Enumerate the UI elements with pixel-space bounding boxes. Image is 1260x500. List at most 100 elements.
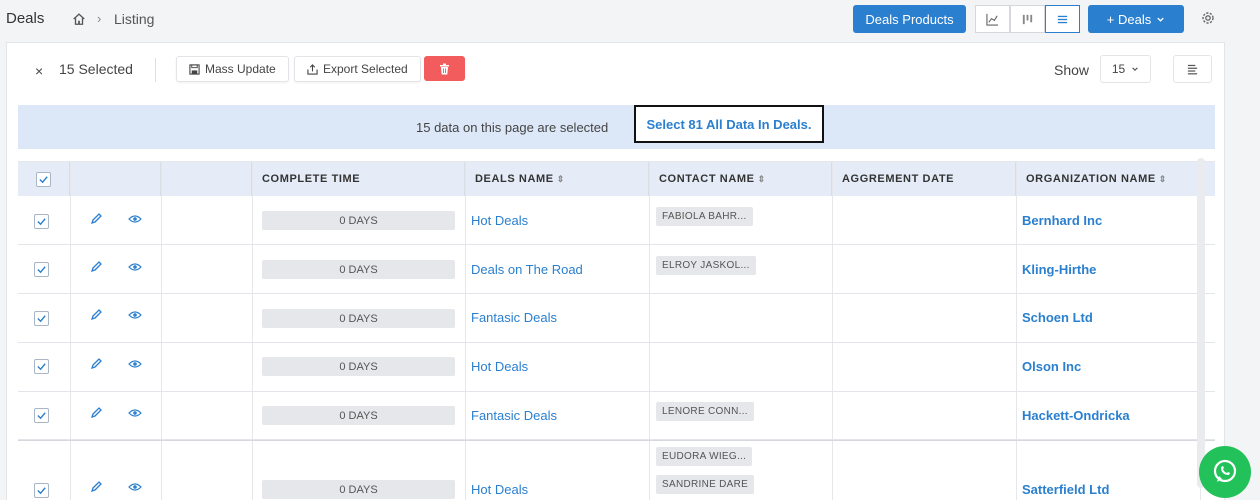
- table-row[interactable]: 0 DAYS Hot Deals Olson Inc: [18, 343, 1215, 392]
- organization-link[interactable]: Hackett-Ondricka: [1022, 408, 1130, 423]
- listing-card: × 15 Selected Mass Update Export Selecte…: [6, 42, 1225, 500]
- selection-banner: 15 data on this page are selected Select…: [18, 105, 1215, 149]
- complete-time-pill: 0 DAYS: [262, 211, 455, 230]
- kanban-view-button[interactable]: [1010, 5, 1045, 33]
- eye-icon[interactable]: [128, 357, 142, 371]
- row-checkbox[interactable]: [34, 214, 49, 229]
- table-row[interactable]: 0 DAYS Deals on The Road ELROY JASKOL...…: [18, 245, 1215, 294]
- table-scrollbar[interactable]: [1197, 158, 1205, 488]
- agreement-date-header[interactable]: AGGREMENT DATE: [832, 162, 1016, 196]
- save-icon: [189, 63, 200, 75]
- deal-name-link[interactable]: Hot Deals: [471, 482, 528, 497]
- contact-pill[interactable]: LENORE CONN...: [656, 402, 754, 421]
- show-label: Show: [1054, 62, 1090, 78]
- breadcrumb-current: Listing: [114, 11, 155, 27]
- blank-header: [161, 162, 252, 196]
- add-deal-label: + Deals: [1106, 11, 1152, 27]
- export-selected-button[interactable]: Export Selected: [294, 56, 421, 82]
- check-icon: [37, 487, 46, 495]
- chart-view-button[interactable]: [975, 5, 1010, 33]
- kanban-view-icon: [1022, 14, 1033, 24]
- gear-icon[interactable]: [1200, 10, 1216, 26]
- row-checkbox[interactable]: [34, 483, 49, 498]
- check-icon: [37, 363, 46, 371]
- eye-icon[interactable]: [128, 406, 142, 420]
- mass-update-label: Mass Update: [205, 62, 276, 76]
- organization-link[interactable]: Schoen Ltd: [1022, 310, 1093, 325]
- complete-time-header-label: COMPLETE TIME: [262, 173, 361, 185]
- organization-link[interactable]: Kling-Hirthe: [1022, 262, 1096, 277]
- chevron-down-icon: [1132, 67, 1138, 71]
- eye-icon[interactable]: [128, 212, 142, 226]
- sort-icon[interactable]: ⇕: [1159, 174, 1167, 185]
- check-icon: [37, 266, 46, 274]
- select-all-link[interactable]: Select 81 All Data In Deals.: [634, 105, 824, 143]
- table-row[interactable]: 0 DAYS Fantasic Deals LENORE CONN... Hac…: [18, 392, 1215, 440]
- contact-pill[interactable]: ELROY JASKOL...: [656, 256, 756, 275]
- mass-update-button[interactable]: Mass Update: [176, 56, 289, 82]
- check-icon: [37, 412, 46, 420]
- deals-name-header-label: DEALS NAME: [475, 173, 554, 185]
- contact-pill[interactable]: FABIOLA BAHR...: [656, 207, 753, 226]
- sort-icon[interactable]: ⇕: [557, 174, 565, 185]
- breadcrumb-title[interactable]: Deals: [6, 10, 44, 27]
- export-icon: [307, 63, 318, 75]
- check-icon: [39, 175, 48, 183]
- whatsapp-button[interactable]: [1199, 446, 1251, 498]
- deal-name-link[interactable]: Hot Deals: [471, 213, 528, 228]
- row-checkbox[interactable]: [34, 359, 49, 374]
- edit-icon[interactable]: [89, 212, 103, 226]
- edit-icon[interactable]: [89, 480, 103, 494]
- trash-icon: [440, 63, 449, 74]
- eye-icon[interactable]: [128, 260, 142, 274]
- row-checkbox[interactable]: [34, 311, 49, 326]
- contact-pill[interactable]: SANDRINE DARE: [656, 475, 755, 494]
- add-deal-button[interactable]: + Deals: [1088, 5, 1184, 33]
- edit-icon[interactable]: [89, 308, 103, 322]
- eye-icon[interactable]: [128, 308, 142, 322]
- deal-name-link[interactable]: Fantasic Deals: [471, 408, 557, 423]
- edit-icon[interactable]: [89, 357, 103, 371]
- edit-icon[interactable]: [89, 260, 103, 274]
- deal-name-link[interactable]: Hot Deals: [471, 359, 528, 374]
- column-settings-icon: [1187, 64, 1198, 74]
- row-checkbox[interactable]: [34, 408, 49, 423]
- toolbar-divider: [155, 58, 156, 82]
- edit-icon[interactable]: [89, 406, 103, 420]
- selected-count: 15 Selected: [59, 61, 133, 77]
- sort-icon[interactable]: ⇕: [758, 174, 766, 185]
- breadcrumb-separator: ›: [97, 11, 102, 26]
- table-row[interactable]: 0 DAYS Fantasic Deals Schoen Ltd: [18, 294, 1215, 343]
- banner-text: 15 data on this page are selected: [416, 120, 609, 135]
- organization-link[interactable]: Bernhard Inc: [1022, 213, 1102, 228]
- complete-time-pill: 0 DAYS: [262, 480, 455, 499]
- deal-name-link[interactable]: Deals on The Road: [471, 262, 583, 277]
- delete-selected-button[interactable]: [424, 56, 465, 81]
- home-icon[interactable]: [72, 12, 86, 26]
- actions-header: [70, 162, 161, 196]
- table-row[interactable]: 0 DAYS Hot Deals EUDORA WIEG... SANDRINE…: [18, 440, 1215, 500]
- deals-products-button[interactable]: Deals Products: [853, 5, 966, 33]
- organization-name-header-label: ORGANIZATION NAME: [1026, 173, 1156, 185]
- select-all-checkbox[interactable]: [36, 171, 51, 187]
- deal-name-link[interactable]: Fantasic Deals: [471, 310, 557, 325]
- clear-selection-button[interactable]: ×: [35, 63, 43, 79]
- complete-time-pill: 0 DAYS: [262, 406, 455, 425]
- page-size-select[interactable]: 15: [1100, 55, 1151, 83]
- contact-name-header[interactable]: CONTACT NAME ⇕: [649, 162, 832, 196]
- eye-icon[interactable]: [128, 480, 142, 494]
- contact-pill[interactable]: EUDORA WIEG...: [656, 447, 753, 466]
- complete-time-pill: 0 DAYS: [262, 357, 455, 376]
- table-row[interactable]: 0 DAYS Hot Deals FABIOLA BAHR... Bernhar…: [18, 196, 1215, 245]
- organization-link[interactable]: Satterfield Ltd: [1022, 482, 1109, 497]
- row-checkbox[interactable]: [34, 262, 49, 277]
- complete-time-header[interactable]: COMPLETE TIME: [252, 162, 465, 196]
- select-all-cell: [18, 162, 70, 196]
- organization-name-header[interactable]: ORGANIZATION NAME ⇕: [1016, 162, 1200, 196]
- deals-name-header[interactable]: DEALS NAME ⇕: [465, 162, 649, 196]
- column-settings-button[interactable]: [1173, 55, 1212, 83]
- list-view-button[interactable]: [1045, 5, 1080, 33]
- complete-time-pill: 0 DAYS: [262, 260, 455, 279]
- complete-time-pill: 0 DAYS: [262, 309, 455, 328]
- organization-link[interactable]: Olson Inc: [1022, 359, 1081, 374]
